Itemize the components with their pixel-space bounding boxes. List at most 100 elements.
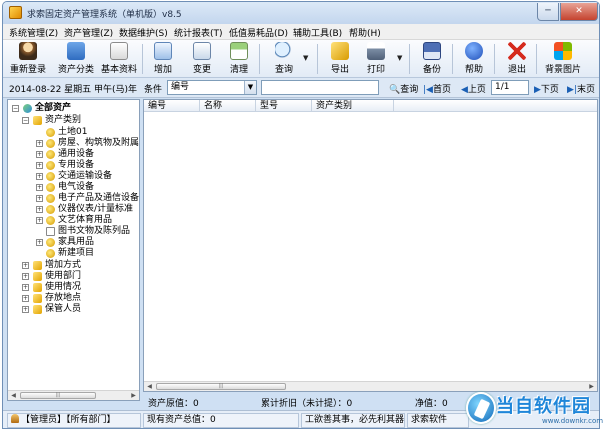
tree-item-category[interactable]: + 电气设备 bbox=[36, 182, 139, 193]
tree-item-category[interactable]: + 房屋、构筑物及附属 bbox=[36, 138, 139, 149]
page-input[interactable]: 1/1 bbox=[491, 80, 529, 95]
tree-item-category[interactable]: + 电子产品及通信设备 bbox=[36, 193, 140, 204]
scroll-left-icon[interactable]: ◀ bbox=[144, 382, 155, 391]
search-icon: 🔍 bbox=[389, 85, 401, 95]
last-page-button[interactable]: ▶|末页 bbox=[567, 82, 595, 95]
expand-icon[interactable]: + bbox=[36, 206, 43, 213]
tree-item-category[interactable]: 新建项目 bbox=[46, 248, 139, 259]
tree-item-department[interactable]: + 使用部门 bbox=[22, 271, 137, 282]
prev-page-icon: ◀ bbox=[461, 85, 468, 95]
tree-item-category[interactable]: + 家具用品 bbox=[36, 237, 139, 248]
asset-grid: 编号 名称 型号 资产类别 ◀ ||| ▶ bbox=[143, 99, 598, 392]
globe-icon bbox=[23, 104, 32, 113]
scroll-right-icon[interactable]: ▶ bbox=[128, 391, 139, 400]
expand-icon[interactable]: + bbox=[36, 162, 43, 169]
expand-icon[interactable]: + bbox=[36, 173, 43, 180]
title-bar[interactable]: 求索固定资产管理系统（单机版）v8.5 ─ □ ✕ bbox=[3, 2, 599, 24]
collapse-icon[interactable]: − bbox=[22, 117, 29, 124]
toolbar-separator bbox=[494, 44, 495, 74]
tag-icon bbox=[46, 249, 55, 258]
column-header-category[interactable]: 资产类别 bbox=[312, 100, 394, 112]
first-page-button[interactable]: |◀首页 bbox=[423, 82, 451, 95]
tree-item-category[interactable]: 图书文物及陈列品 bbox=[46, 226, 139, 237]
collapse-icon[interactable]: − bbox=[12, 105, 19, 112]
expand-icon[interactable]: + bbox=[36, 195, 43, 202]
clean-button[interactable]: 清理 bbox=[220, 41, 258, 77]
tree-item-label: 电子产品及通信设备 bbox=[58, 193, 140, 203]
status-slogan: 工欲善其事，必先利其器 bbox=[301, 413, 405, 428]
filter-bar: 2014-08-22 星期五 甲午(马)年 条件 编号 ▼ 🔍查询 |◀首页 ◀… bbox=[3, 78, 599, 98]
tree-item-category[interactable]: + 仪器仪表/计量标准 bbox=[36, 204, 139, 215]
minimize-button[interactable]: ─ bbox=[537, 3, 559, 21]
query-button[interactable]: 查询 bbox=[265, 41, 303, 77]
expand-icon[interactable]: + bbox=[22, 284, 29, 291]
search-input[interactable] bbox=[261, 80, 379, 95]
tree-item-category[interactable]: 土地01 bbox=[46, 127, 139, 138]
tree-item-asset-category[interactable]: − 资产类别 bbox=[22, 115, 137, 126]
tree-horizontal-scrollbar[interactable]: ◀ ||| ▶ bbox=[8, 390, 139, 400]
tree-item-category[interactable]: + 专用设备 bbox=[36, 160, 139, 171]
next-page-button[interactable]: ▶下页 bbox=[534, 82, 559, 95]
tag-icon bbox=[46, 128, 55, 137]
column-header-id[interactable]: 编号 bbox=[144, 100, 200, 112]
expand-icon[interactable]: + bbox=[36, 151, 43, 158]
print-button[interactable]: 打印 bbox=[357, 41, 395, 77]
menu-consumables[interactable]: 低值易耗品(D) bbox=[229, 26, 288, 39]
expand-icon[interactable]: + bbox=[36, 140, 43, 147]
toolbar-separator bbox=[317, 44, 318, 74]
export-button[interactable]: 导出 bbox=[321, 41, 359, 77]
scrollbar-thumb[interactable]: ||| bbox=[20, 392, 96, 399]
scrollbar-thumb[interactable]: ||| bbox=[156, 383, 286, 390]
tree-root[interactable]: − 全部资产 bbox=[12, 103, 137, 114]
column-header-model[interactable]: 型号 bbox=[256, 100, 312, 112]
menu-data[interactable]: 数据维护(S) bbox=[119, 26, 168, 39]
backup-button[interactable]: 备份 bbox=[413, 41, 451, 77]
tree-item-label: 仪器仪表/计量标准 bbox=[58, 204, 134, 214]
tree-item-category[interactable]: + 文艺体育用品 bbox=[36, 215, 139, 226]
tree-item-category[interactable]: + 交通运输设备 bbox=[36, 171, 139, 182]
floppy-disk-icon bbox=[423, 42, 441, 60]
clean-label: 清理 bbox=[229, 65, 248, 75]
scroll-left-icon[interactable]: ◀ bbox=[8, 391, 19, 400]
close-button[interactable]: ✕ bbox=[560, 3, 598, 21]
menu-asset[interactable]: 资产管理(Z) bbox=[64, 26, 113, 39]
category-icon bbox=[67, 42, 85, 60]
toolbar: 重新登录 资产分类 基本资料 增加 变更 清理 查询 ▼ 导出 打印 ▼ 备份 … bbox=[3, 40, 599, 78]
basic-info-button[interactable]: 基本资料 bbox=[100, 41, 138, 77]
menu-report[interactable]: 统计报表(T) bbox=[174, 26, 223, 39]
tree-item-keeper[interactable]: + 保管人员 bbox=[22, 304, 137, 315]
expand-icon[interactable]: + bbox=[22, 262, 29, 269]
expand-icon[interactable]: + bbox=[22, 295, 29, 302]
folder-icon bbox=[33, 272, 42, 281]
relogin-button[interactable]: 重新登录 bbox=[9, 41, 47, 77]
expand-icon[interactable]: + bbox=[36, 184, 43, 191]
menu-tools[interactable]: 辅助工具(B) bbox=[293, 26, 342, 39]
tree-item-add-method[interactable]: + 增加方式 bbox=[22, 260, 137, 271]
expand-icon[interactable]: + bbox=[22, 273, 29, 280]
app-window: 求索固定资产管理系统（单机版）v8.5 ─ □ ✕ 系统管理(Z) 资产管理(Z… bbox=[2, 1, 600, 429]
toolbar-separator bbox=[142, 44, 143, 74]
chevron-down-icon[interactable]: ▼ bbox=[244, 81, 256, 94]
tree-item-usage[interactable]: + 使用情况 bbox=[22, 282, 137, 293]
expand-icon[interactable]: + bbox=[22, 306, 29, 313]
window-title: 求索固定资产管理系统（单机版）v8.5 bbox=[27, 10, 182, 20]
asset-category-button[interactable]: 资产分类 bbox=[57, 41, 95, 77]
expand-icon[interactable]: + bbox=[36, 217, 43, 224]
expand-icon[interactable]: + bbox=[36, 239, 43, 246]
menu-help[interactable]: 帮助(H) bbox=[349, 26, 381, 39]
prev-page-button[interactable]: ◀上页 bbox=[461, 82, 486, 95]
print-dropdown-icon[interactable]: ▼ bbox=[397, 54, 405, 64]
change-button[interactable]: 变更 bbox=[183, 41, 221, 77]
tree-item-location[interactable]: + 存放地点 bbox=[22, 293, 137, 304]
tree-item-category[interactable]: + 通用设备 bbox=[36, 149, 139, 160]
condition-select[interactable]: 编号 ▼ bbox=[167, 80, 257, 95]
add-button[interactable]: 增加 bbox=[144, 41, 182, 77]
menu-system[interactable]: 系统管理(Z) bbox=[9, 26, 58, 39]
column-header-name[interactable]: 名称 bbox=[200, 100, 256, 112]
query-dropdown-icon[interactable]: ▼ bbox=[303, 54, 311, 64]
exit-button[interactable]: 退出 bbox=[498, 41, 536, 77]
background-image-button[interactable]: 背景图片 bbox=[541, 41, 585, 77]
help-button[interactable]: 帮助 bbox=[455, 41, 493, 77]
folder-icon bbox=[33, 261, 42, 270]
query-link[interactable]: 🔍查询 bbox=[389, 82, 418, 95]
